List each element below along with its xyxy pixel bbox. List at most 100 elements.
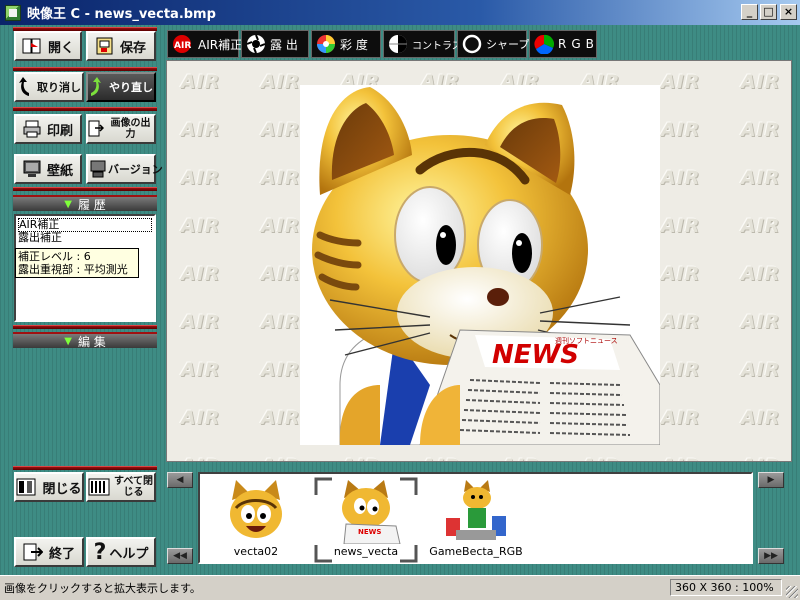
contrast-icon xyxy=(389,35,407,53)
thumbnail-item-selected[interactable]: NEWS news_vecta xyxy=(314,477,418,563)
exit-button[interactable]: 終了 xyxy=(14,537,84,567)
air-logo-icon: AIR xyxy=(173,35,191,53)
save-icon xyxy=(96,37,113,55)
monitor-icon xyxy=(23,160,41,177)
thumbnail-vecta02-image xyxy=(230,480,282,538)
air-watermark: AIR xyxy=(181,71,221,93)
air-watermark: AIR xyxy=(661,263,701,285)
air-watermark: AIR xyxy=(661,71,701,93)
air-watermark: AIR xyxy=(261,119,301,141)
air-watermark: AIR xyxy=(421,455,460,461)
print-icon xyxy=(23,120,41,138)
close-image-button[interactable]: 閉じる xyxy=(14,472,84,502)
image-size-readout: 360 X 360 : 100% xyxy=(670,579,782,596)
air-watermark: AIR xyxy=(581,455,620,461)
air-watermark: AIR xyxy=(741,215,781,237)
air-watermark: AIR xyxy=(741,407,781,429)
tab-air-correction[interactable]: AIR AIR補正 xyxy=(167,30,242,58)
scroll-left-button[interactable]: ◀ xyxy=(167,472,193,488)
thumbnail-strip: vecta02 NEWS news_vecta GameBecta_RGB xyxy=(198,472,753,564)
history-item[interactable]: 露出補正 xyxy=(18,232,152,244)
scroll-right-button[interactable]: ▶ xyxy=(758,472,784,488)
edit-section-header[interactable]: ▼ 編 集 xyxy=(13,332,157,349)
air-watermark: AIR xyxy=(261,263,301,285)
air-watermark: AIR xyxy=(741,311,781,333)
status-message: 画像をクリックすると拡大表示します。 xyxy=(4,582,201,595)
divider xyxy=(13,466,157,470)
export-image-button[interactable]: 画像の出力 xyxy=(86,114,156,144)
air-watermark: AIR xyxy=(741,167,781,189)
air-watermark: AIR xyxy=(261,311,301,333)
maximize-button[interactable]: □ xyxy=(760,4,777,20)
tab-exposure[interactable]: 露 出 xyxy=(241,30,309,58)
triangle-down-icon: ▼ xyxy=(64,198,72,210)
air-watermark: AIR xyxy=(261,455,300,461)
thumbnail-item[interactable]: GameBecta_RGB xyxy=(426,478,526,562)
undo-arrow-icon xyxy=(19,77,29,96)
open-button[interactable]: 開く xyxy=(14,31,82,61)
newspaper-masthead: 週刊ソフトニュース xyxy=(555,336,618,345)
air-watermark: AIR xyxy=(181,407,221,429)
minimize-button[interactable]: _ xyxy=(741,4,758,20)
air-watermark: AIR xyxy=(181,455,220,461)
rgb-icon xyxy=(534,34,554,54)
question-mark-icon: ? xyxy=(93,539,107,565)
air-watermark: AIR xyxy=(501,455,540,461)
air-watermark: AIR xyxy=(741,71,781,93)
air-watermark: AIR xyxy=(261,215,301,237)
displayed-image[interactable]: NEWS 週刊ソフトニュース xyxy=(300,85,660,445)
air-watermark: AIR xyxy=(181,167,221,189)
version-button[interactable]: バージョン xyxy=(86,154,163,184)
air-watermark: AIR xyxy=(261,359,301,381)
air-watermark: AIR xyxy=(661,311,701,333)
air-watermark: AIR xyxy=(741,359,781,381)
film-close-icon xyxy=(16,478,36,496)
air-watermark: AIR xyxy=(181,311,221,333)
air-watermark: AIR xyxy=(741,263,781,285)
history-item[interactable]: AIR補正 xyxy=(18,218,152,232)
tab-rgb[interactable]: RGB xyxy=(529,30,597,58)
air-watermark: AIR xyxy=(661,215,701,237)
air-watermark: AIR xyxy=(261,167,301,189)
wallpaper-button[interactable]: 壁紙 xyxy=(14,154,82,184)
thumbnail-item[interactable]: vecta02 xyxy=(206,478,306,562)
double-left-icon: ◀◀ xyxy=(173,551,187,561)
double-right-icon: ▶▶ xyxy=(764,551,778,561)
air-watermark: AIR xyxy=(741,119,781,141)
export-icon xyxy=(88,120,104,137)
close-button[interactable]: × xyxy=(780,4,797,20)
triangle-left-icon: ◀ xyxy=(176,475,184,485)
svg-text:AIR: AIR xyxy=(174,41,191,51)
air-watermark: AIR xyxy=(261,71,301,93)
aperture-icon xyxy=(246,34,266,54)
air-watermark: AIR xyxy=(181,119,221,141)
computer-icon xyxy=(90,160,106,178)
undo-button[interactable]: 取り消し xyxy=(14,72,84,102)
title-bar[interactable]: 映像王 C - news_vecta.bmp _ □ × xyxy=(0,0,800,25)
air-watermark: AIR xyxy=(661,167,701,189)
scroll-last-button[interactable]: ▶▶ xyxy=(758,548,784,564)
color-wheel-icon xyxy=(317,35,335,53)
thumbnail-gamebecta-image xyxy=(446,480,506,540)
tab-saturation[interactable]: 彩 度 xyxy=(311,30,381,58)
tab-contrast[interactable]: コントラスト xyxy=(383,30,472,58)
app-icon xyxy=(5,4,21,21)
air-watermark: AIR xyxy=(181,263,221,285)
mascot-cat-image: NEWS 週刊ソフトニュース xyxy=(312,87,660,445)
close-all-button[interactable]: すべて閉じる xyxy=(86,472,156,502)
redo-button[interactable]: やり直し xyxy=(86,72,156,102)
help-button[interactable]: ? ヘルプ xyxy=(86,537,156,567)
air-watermark: AIR xyxy=(661,359,701,381)
print-button[interactable]: 印刷 xyxy=(14,114,82,144)
history-section-header[interactable]: ▼ 履 歴 xyxy=(13,195,157,212)
status-bar: 画像をクリックすると拡大表示します。 360 X 360 : 100% xyxy=(0,575,800,600)
air-watermark: AIR xyxy=(181,359,221,381)
thumbnail-caption: GameBecta_RGB xyxy=(429,545,523,558)
tab-sharpen[interactable]: シャープ xyxy=(457,30,529,58)
air-watermark: AIR xyxy=(341,455,380,461)
divider xyxy=(13,187,157,191)
resize-grip-icon[interactable] xyxy=(786,586,798,598)
save-button[interactable]: 保存 xyxy=(86,31,156,61)
open-book-icon xyxy=(22,38,41,54)
exit-door-icon xyxy=(23,543,43,561)
